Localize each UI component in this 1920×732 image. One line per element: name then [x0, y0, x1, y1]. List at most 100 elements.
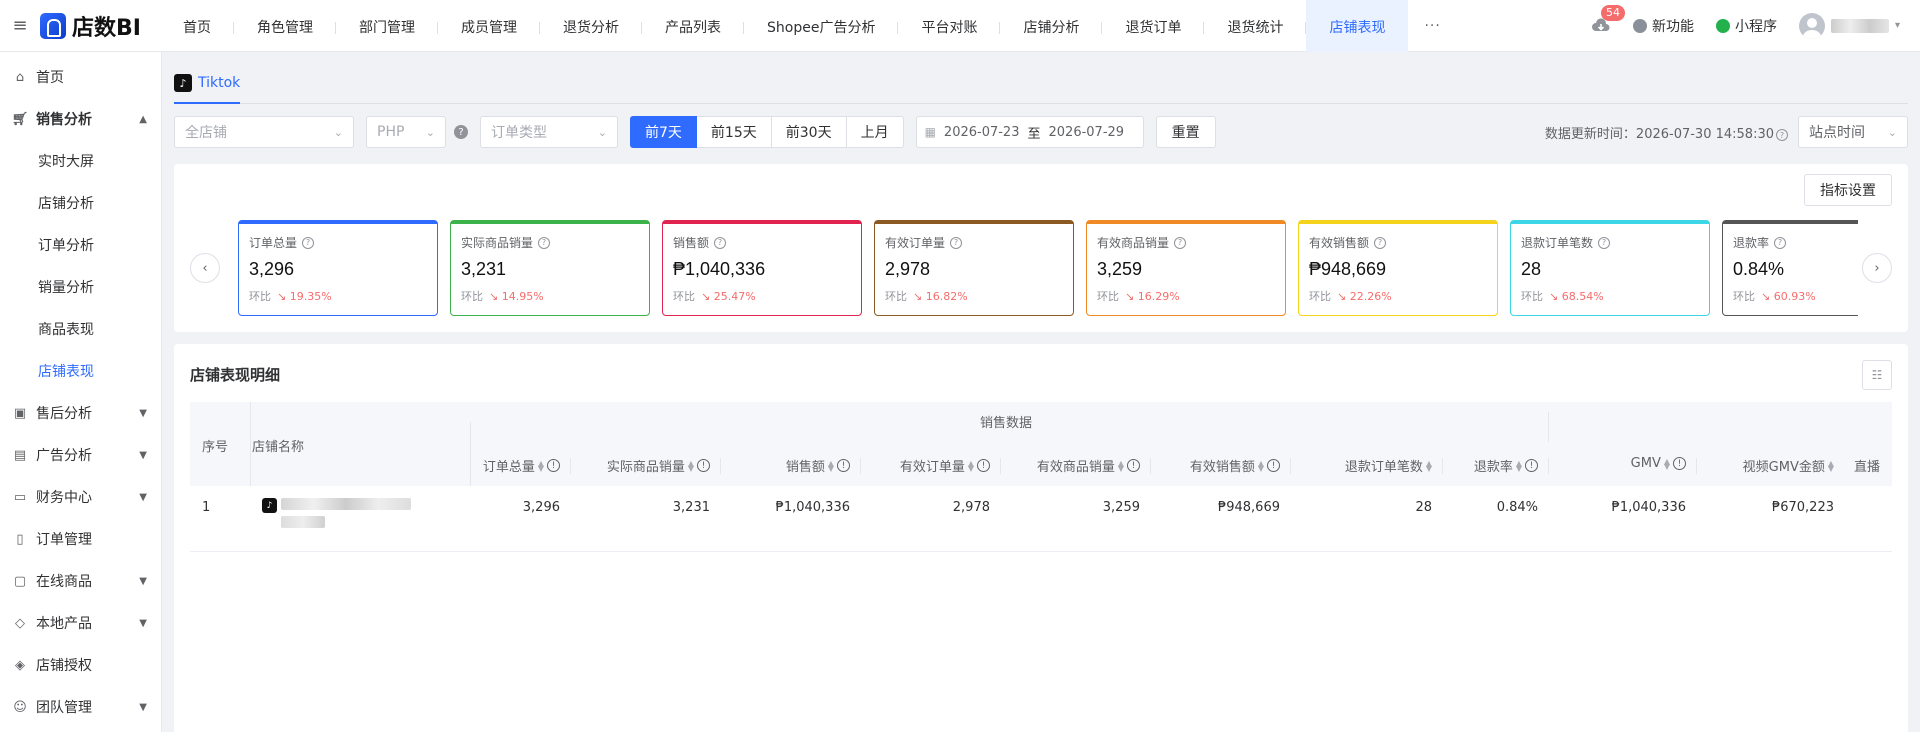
sort-icon[interactable]: ▲ ▼	[968, 459, 974, 472]
column-header[interactable]: 退款率 ▲ ▼!	[1442, 456, 1548, 475]
kpi-card[interactable]: 有效销售额? ₱948,669 环比 ↘ 22.26%	[1298, 220, 1498, 316]
nav-item-shopee-ads[interactable]: Shopee广告分析	[744, 0, 899, 52]
sidebar-item-product-performance[interactable]: 商品表现	[0, 308, 161, 350]
metric-settings-button[interactable]: 指标设置	[1804, 174, 1892, 206]
sort-icon[interactable]: ▲ ▼	[1516, 459, 1522, 472]
help-icon[interactable]: ?	[538, 236, 551, 249]
kpi-card[interactable]: 退款订单笔数? 28 环比 ↘ 68.54%	[1510, 220, 1710, 316]
table-row[interactable]: 1 ♪ 3,296 3,231 ₱1,040,336 2,978 3,259 ₱948,669…	[190, 486, 1892, 552]
chevron-down-icon: ▼	[139, 701, 147, 713]
sidebar-item-shop-analysis[interactable]: 店铺分析	[0, 182, 161, 224]
sidebar-item-local-products[interactable]: ◇ 本地产品 ▼	[0, 602, 161, 644]
sort-icon[interactable]: ▲ ▼	[1118, 459, 1124, 472]
sidebar-item-finance[interactable]: ▭ 财务中心 ▼	[0, 476, 161, 518]
sort-icon[interactable]: ▲ ▼	[828, 459, 834, 472]
column-header[interactable]: GMV ▲ ▼!	[1548, 456, 1696, 471]
column-header[interactable]: 直播	[1844, 456, 1892, 475]
sidebar-item-shop-auth[interactable]: ◈ 店铺授权	[0, 644, 161, 686]
nav-item-members[interactable]: 成员管理	[438, 0, 540, 52]
kpi-card[interactable]: 订单总量? 3,296 环比 ↘ 19.35%	[238, 220, 438, 316]
menu-toggle-icon[interactable]: ≡	[0, 15, 40, 36]
column-header[interactable]: 实际商品销量 ▲ ▼!	[570, 456, 720, 475]
shop-cell[interactable]: ♪	[262, 498, 411, 528]
nav-item-home[interactable]: 首页	[160, 0, 234, 52]
sidebar-item-volume-analysis[interactable]: 销量分析	[0, 266, 161, 308]
column-header[interactable]: 订单总量 ▲ ▼!	[470, 456, 570, 475]
info-icon[interactable]: !	[1673, 457, 1686, 470]
help-icon[interactable]: ?	[950, 236, 963, 249]
info-icon[interactable]: !	[977, 459, 990, 472]
nav-item-shop-performance[interactable]: 店铺表现	[1306, 0, 1409, 52]
info-icon[interactable]: !	[1127, 459, 1140, 472]
carousel-prev-button[interactable]: ‹	[190, 253, 220, 283]
reset-button[interactable]: 重置	[1155, 116, 1216, 148]
logo[interactable]: 店数BI	[40, 10, 160, 42]
column-header[interactable]: 有效销售额 ▲ ▼!	[1150, 456, 1290, 475]
nav-item-return-analysis[interactable]: 退货分析	[540, 0, 642, 52]
sidebar-item-realtime[interactable]: 实时大屏	[0, 140, 161, 182]
column-header[interactable]: 退款订单笔数 ▲ ▼	[1290, 456, 1442, 475]
sort-icon[interactable]: ▲ ▼	[1426, 459, 1432, 472]
range-last-month-button[interactable]: 上月	[846, 116, 904, 148]
sort-icon[interactable]: ▲ ▼	[1664, 457, 1670, 470]
timezone-select[interactable]: 站点时间 ⌄	[1798, 116, 1908, 148]
nav-more-button[interactable]: ···	[1408, 18, 1456, 34]
order-type-select[interactable]: 订单类型 ⌄	[480, 116, 618, 148]
range-15-days-button[interactable]: 前15天	[696, 116, 772, 148]
sidebar-item-label: 订单管理	[36, 532, 92, 548]
help-icon[interactable]: ?	[1774, 236, 1787, 249]
sort-icon[interactable]: ▲ ▼	[1258, 459, 1264, 472]
sort-icon[interactable]: ▲ ▼	[688, 459, 694, 472]
nav-item-shop-analysis[interactable]: 店铺分析	[1000, 0, 1103, 52]
kpi-card[interactable]: 有效商品销量? 3,259 环比 ↘ 16.29%	[1086, 220, 1286, 316]
column-settings-button[interactable]: ☷	[1862, 360, 1892, 390]
date-range-picker[interactable]: ▦ 2026-07-23 至 2026-07-29	[915, 116, 1144, 148]
column-header[interactable]: 有效订单量 ▲ ▼!	[860, 456, 1000, 475]
new-feature-link[interactable]: 新功能	[1632, 16, 1694, 36]
carousel-next-button[interactable]: ›	[1862, 253, 1892, 283]
range-7-days-button[interactable]: 前7天	[630, 116, 697, 148]
nav-item-roles[interactable]: 角色管理	[234, 0, 336, 52]
mini-program-link[interactable]: 小程序	[1715, 16, 1777, 36]
nav-item-return-stats[interactable]: 退货统计	[1204, 0, 1307, 52]
currency-select[interactable]: PHP ⌄	[366, 116, 446, 148]
info-icon[interactable]: !	[1267, 459, 1280, 472]
nav-item-departments[interactable]: 部门管理	[336, 0, 438, 52]
help-icon[interactable]: ?	[302, 236, 315, 249]
column-header[interactable]: 有效商品销量 ▲ ▼!	[1000, 456, 1150, 475]
shop-select[interactable]: 全店铺 ⌄	[174, 116, 354, 148]
sidebar-item-ads[interactable]: ▤ 广告分析 ▼	[0, 434, 161, 476]
help-icon[interactable]: ?	[1598, 236, 1611, 249]
kpi-card[interactable]: 有效订单量? 2,978 环比 ↘ 16.82%	[874, 220, 1074, 316]
help-icon[interactable]: ?	[1776, 129, 1788, 141]
sidebar-item-home[interactable]: ⌂ 首页	[0, 56, 161, 98]
sidebar-item-shop-performance[interactable]: 店铺表现	[0, 350, 161, 392]
column-header[interactable]: 销售额 ▲ ▼!	[720, 456, 860, 475]
sidebar-item-sales[interactable]: 🛒︎ 销售分析 ▲	[0, 98, 161, 140]
nav-item-reconciliation[interactable]: 平台对账	[898, 0, 1001, 52]
tab-tiktok[interactable]: ♪ Tiktok	[174, 74, 241, 104]
sort-icon[interactable]: ▲ ▼	[1828, 459, 1834, 472]
nav-item-return-orders[interactable]: 退货订单	[1102, 0, 1205, 52]
info-icon[interactable]: !	[547, 459, 560, 472]
user-menu[interactable]: ▾	[1798, 12, 1900, 39]
info-icon[interactable]: !	[1525, 459, 1538, 472]
sidebar-item-orders[interactable]: ▯ 订单管理	[0, 518, 161, 560]
download-button[interactable]: 54	[1591, 4, 1625, 36]
column-header[interactable]: 视频GMV金额 ▲ ▼	[1696, 456, 1844, 475]
info-icon[interactable]: !	[697, 459, 710, 472]
info-icon[interactable]: !	[837, 459, 850, 472]
sidebar-item-online-products[interactable]: ▢ 在线商品 ▼	[0, 560, 161, 602]
help-icon[interactable]: ?	[714, 236, 727, 249]
sidebar-item-order-analysis[interactable]: 订单分析	[0, 224, 161, 266]
sidebar-item-aftersales[interactable]: ▣ 售后分析 ▼	[0, 392, 161, 434]
sort-icon[interactable]: ▲ ▼	[538, 459, 544, 472]
kpi-card[interactable]: 销售额? ₱1,040,336 环比 ↘ 25.47%	[662, 220, 862, 316]
range-30-days-button[interactable]: 前30天	[771, 116, 847, 148]
help-icon[interactable]: ?	[1374, 236, 1387, 249]
nav-item-products[interactable]: 产品列表	[642, 0, 744, 52]
sidebar-item-team[interactable]: ☺ 团队管理 ▼	[0, 686, 161, 728]
help-icon[interactable]: ?	[454, 125, 468, 139]
help-icon[interactable]: ?	[1174, 236, 1187, 249]
kpi-card[interactable]: 实际商品销量? 3,231 环比 ↘ 14.95%	[450, 220, 650, 316]
